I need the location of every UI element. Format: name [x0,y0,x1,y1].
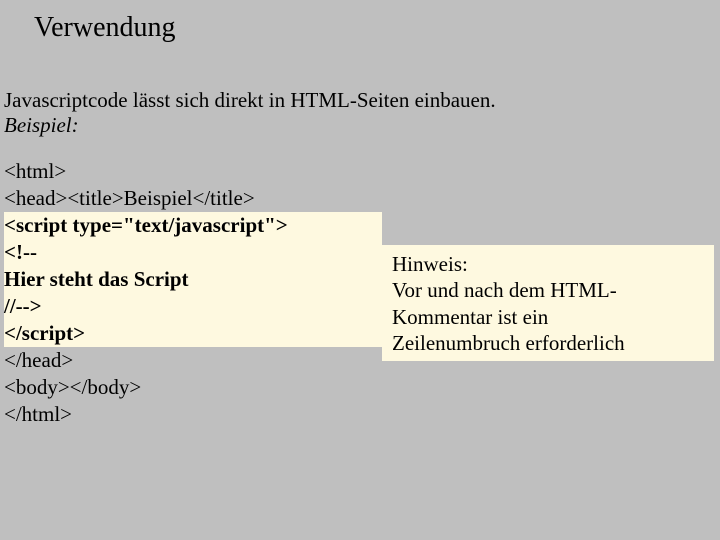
hint-line-2: Vor und nach dem HTML- [392,277,704,303]
code-line-1: <html> [4,158,66,185]
code-line-2: <head><title>Beispiel</title> [4,185,255,212]
code-line-6: //--> [4,293,382,320]
code-line-5: Hier steht das Script [4,266,382,293]
hint-line-3: Kommentar ist ein [392,304,704,330]
hint-line-1: Hinweis: [392,251,704,277]
hint-line-4: Zeilenumbruch erforderlich [392,330,704,356]
hint-callout: Hinweis: Vor und nach dem HTML- Kommenta… [382,245,714,361]
code-line-8: </head> [4,347,73,374]
code-line-10: </html> [4,401,72,428]
code-line-7: </script> [4,320,382,347]
code-line-4: <!-- [4,239,382,266]
code-line-3: <script type="text/javascript"> [4,212,382,239]
intro-line-1: Javascriptcode lässt sich direkt in HTML… [4,88,496,113]
intro-text: Javascriptcode lässt sich direkt in HTML… [4,88,496,138]
intro-line-2: Beispiel: [4,113,496,138]
slide-heading: Verwendung [34,12,176,44]
code-line-9: <body></body> [4,374,141,401]
